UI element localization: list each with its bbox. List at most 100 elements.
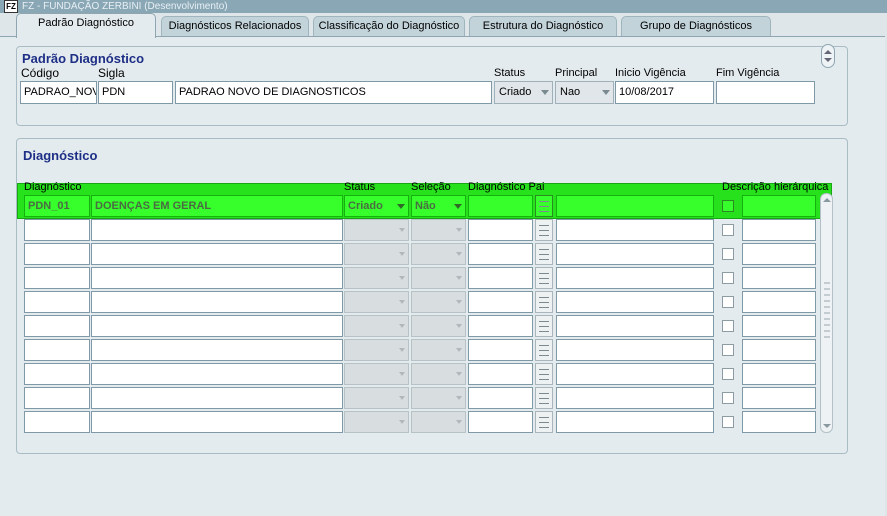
- row-pai-descricao-cell[interactable]: [556, 411, 714, 433]
- row-checkbox[interactable]: [722, 200, 734, 212]
- row-pai-lov-button[interactable]: [535, 315, 553, 337]
- tab-grupo-diagnosticos[interactable]: Grupo de Diagnósticos: [621, 16, 771, 37]
- row-descricao-hierarquica-cell[interactable]: [742, 267, 816, 289]
- row-pai-descricao-cell[interactable]: [556, 291, 714, 313]
- row-pai-descricao-cell[interactable]: [556, 219, 714, 241]
- row-pai-lov-button[interactable]: [535, 291, 553, 313]
- row-descricao-hierarquica-cell[interactable]: [742, 195, 816, 217]
- row-status-select[interactable]: [344, 219, 409, 241]
- row-pai-cell[interactable]: [468, 291, 533, 313]
- row-status-select[interactable]: [344, 315, 409, 337]
- row-descricao-hierarquica-cell[interactable]: [742, 411, 816, 433]
- row-pai-cell[interactable]: [468, 339, 533, 361]
- row-selecao-select[interactable]: [411, 219, 466, 241]
- row-checkbox[interactable]: [722, 416, 734, 428]
- row-checkbox[interactable]: [722, 344, 734, 356]
- tab-diagnosticos-relacionados[interactable]: Diagnósticos Relacionados: [161, 16, 309, 37]
- row-codigo-cell[interactable]: PDN_01: [24, 195, 90, 217]
- row-pai-cell[interactable]: [468, 243, 533, 265]
- sigla-field[interactable]: PDN: [98, 81, 173, 104]
- row-pai-lov-button[interactable]: [535, 219, 553, 241]
- row-descricao-cell[interactable]: DOENÇAS EM GERAL: [91, 195, 343, 217]
- row-status-select[interactable]: [344, 363, 409, 385]
- row-descricao-hierarquica-cell[interactable]: [742, 339, 816, 361]
- row-descricao-hierarquica-cell[interactable]: [742, 315, 816, 337]
- row-codigo-cell[interactable]: [24, 219, 90, 241]
- row-pai-cell[interactable]: [468, 363, 533, 385]
- row-pai-lov-button[interactable]: [535, 195, 553, 217]
- row-pai-cell[interactable]: [468, 195, 533, 217]
- row-pai-descricao-cell[interactable]: [556, 243, 714, 265]
- row-codigo-cell[interactable]: [24, 243, 90, 265]
- row-checkbox[interactable]: [722, 296, 734, 308]
- row-pai-lov-button[interactable]: [535, 363, 553, 385]
- inicio-vigencia-field[interactable]: 10/08/2017: [615, 81, 714, 104]
- tab-classificacao-diagnostico[interactable]: Classificação do Diagnóstico: [313, 16, 465, 37]
- fim-vigencia-field[interactable]: [716, 81, 815, 104]
- row-status-select[interactable]: [344, 387, 409, 409]
- tab-estrutura-diagnostico[interactable]: Estrutura do Diagnóstico: [469, 16, 617, 37]
- row-checkbox[interactable]: [722, 320, 734, 332]
- row-pai-lov-button[interactable]: [535, 339, 553, 361]
- row-pai-cell[interactable]: [468, 219, 533, 241]
- row-status-select[interactable]: [344, 243, 409, 265]
- row-checkbox[interactable]: [722, 392, 734, 404]
- row-pai-descricao-cell[interactable]: [556, 387, 714, 409]
- row-pai-cell[interactable]: [468, 315, 533, 337]
- row-pai-cell[interactable]: [468, 267, 533, 289]
- row-checkbox[interactable]: [722, 272, 734, 284]
- row-descricao-cell[interactable]: [91, 291, 343, 313]
- row-pai-descricao-cell[interactable]: [556, 339, 714, 361]
- row-descricao-hierarquica-cell[interactable]: [742, 387, 816, 409]
- row-selecao-select[interactable]: [411, 315, 466, 337]
- row-pai-cell[interactable]: [468, 411, 533, 433]
- row-pai-cell[interactable]: [468, 387, 533, 409]
- row-codigo-cell[interactable]: [24, 291, 90, 313]
- row-descricao-cell[interactable]: [91, 411, 343, 433]
- row-pai-descricao-cell[interactable]: [556, 195, 714, 217]
- row-checkbox[interactable]: [722, 224, 734, 236]
- row-selecao-select[interactable]: [411, 363, 466, 385]
- row-pai-descricao-cell[interactable]: [556, 267, 714, 289]
- row-status-select[interactable]: [344, 267, 409, 289]
- row-codigo-cell[interactable]: [24, 267, 90, 289]
- row-selecao-select[interactable]: Não: [411, 195, 466, 217]
- row-selecao-select[interactable]: [411, 243, 466, 265]
- row-descricao-hierarquica-cell[interactable]: [742, 243, 816, 265]
- row-codigo-cell[interactable]: [24, 363, 90, 385]
- row-pai-lov-button[interactable]: [535, 387, 553, 409]
- codigo-field[interactable]: PADRAO_NOVO: [20, 81, 97, 104]
- row-descricao-hierarquica-cell[interactable]: [742, 219, 816, 241]
- row-pai-descricao-cell[interactable]: [556, 363, 714, 385]
- row-status-select[interactable]: [344, 339, 409, 361]
- tab-padrao-diagnostico[interactable]: Padrão Diagnóstico: [16, 13, 156, 38]
- row-descricao-cell[interactable]: [91, 267, 343, 289]
- row-selecao-select[interactable]: [411, 291, 466, 313]
- row-selecao-select[interactable]: [411, 267, 466, 289]
- row-descricao-cell[interactable]: [91, 387, 343, 409]
- row-descricao-cell[interactable]: [91, 219, 343, 241]
- row-codigo-cell[interactable]: [24, 315, 90, 337]
- principal-select[interactable]: Nao: [555, 81, 614, 104]
- row-descricao-cell[interactable]: [91, 315, 343, 337]
- row-pai-lov-button[interactable]: [535, 411, 553, 433]
- row-pai-descricao-cell[interactable]: [556, 315, 714, 337]
- row-checkbox[interactable]: [722, 368, 734, 380]
- row-checkbox[interactable]: [722, 248, 734, 260]
- row-codigo-cell[interactable]: [24, 339, 90, 361]
- row-pai-lov-button[interactable]: [535, 243, 553, 265]
- row-descricao-cell[interactable]: [91, 339, 343, 361]
- row-selecao-select[interactable]: [411, 339, 466, 361]
- row-codigo-cell[interactable]: [24, 387, 90, 409]
- status-select[interactable]: Criado: [494, 81, 553, 104]
- row-descricao-cell[interactable]: [91, 363, 343, 385]
- row-status-select[interactable]: Criado: [344, 195, 409, 217]
- grid-vertical-scrollbar[interactable]: [820, 193, 833, 433]
- record-scroll-spinner[interactable]: [821, 44, 835, 68]
- row-pai-lov-button[interactable]: [535, 267, 553, 289]
- row-selecao-select[interactable]: [411, 411, 466, 433]
- row-codigo-cell[interactable]: [24, 411, 90, 433]
- descricao-field[interactable]: PADRAO NOVO DE DIAGNOSTICOS: [175, 81, 492, 104]
- row-descricao-cell[interactable]: [91, 243, 343, 265]
- row-selecao-select[interactable]: [411, 387, 466, 409]
